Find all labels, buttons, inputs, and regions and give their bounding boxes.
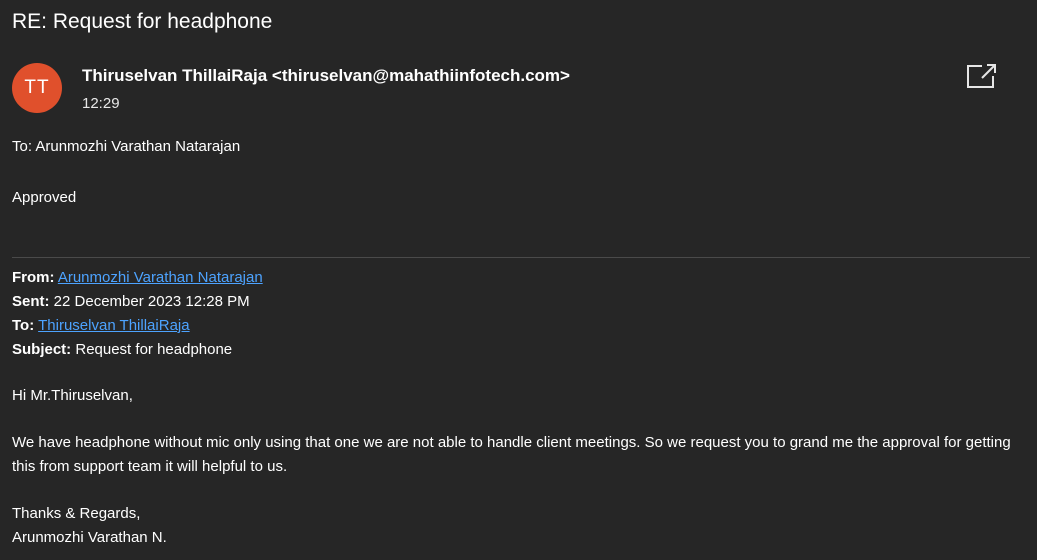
quoted-from-label: From: [12,269,55,286]
quoted-paragraph: We have headphone without mic only using… [12,434,1011,475]
quoted-greeting: Hi Mr.Thiruselvan, [12,387,133,404]
quoted-closing: Thanks & Regards, [12,505,141,522]
quoted-message-header: From: Arunmozhi Varathan Natarajan Sent:… [12,266,263,362]
quoted-sent-label: Sent: [12,293,50,310]
message-time: 12:29 [82,95,120,112]
quoted-signature: Arunmozhi Varathan N. [12,529,167,546]
quoted-to-link[interactable]: Thiruselvan ThillaiRaja [38,317,189,334]
quoted-subject-row: Subject: Request for headphone [12,338,263,362]
quoted-subject-value: Request for headphone [75,341,233,358]
sender-avatar[interactable]: TT [12,63,62,113]
quoted-signature-block: Thanks & Regards, Arunmozhi Varathan N. [12,502,1022,550]
quoted-message-body: Hi Mr.Thiruselvan, We have headphone wit… [12,384,1022,560]
quoted-sent-value: 22 December 2023 12:28 PM [53,293,250,310]
quoted-from-row: From: Arunmozhi Varathan Natarajan [12,266,263,290]
recipient-line[interactable]: To: Arunmozhi Varathan Natarajan [12,138,240,156]
quoted-to-row: To: Thiruselvan ThillaiRaja [12,314,263,338]
sender-name-address[interactable]: Thiruselvan ThillaiRaja <thiruselvan@mah… [82,65,570,87]
quoted-subject-label: Subject: [12,341,72,358]
reply-body: Approved [12,189,77,206]
email-reading-pane: RE: Request for headphone TT Thiruselvan… [0,0,1037,560]
email-subject: RE: Request for headphone [12,10,273,33]
quoted-from-link[interactable]: Arunmozhi Varathan Natarajan [58,269,263,286]
quoted-divider [12,257,1030,258]
open-in-new-window-icon[interactable] [964,62,998,92]
quoted-to-label: To: [12,317,35,334]
quoted-sent-row: Sent: 22 December 2023 12:28 PM [12,290,263,314]
